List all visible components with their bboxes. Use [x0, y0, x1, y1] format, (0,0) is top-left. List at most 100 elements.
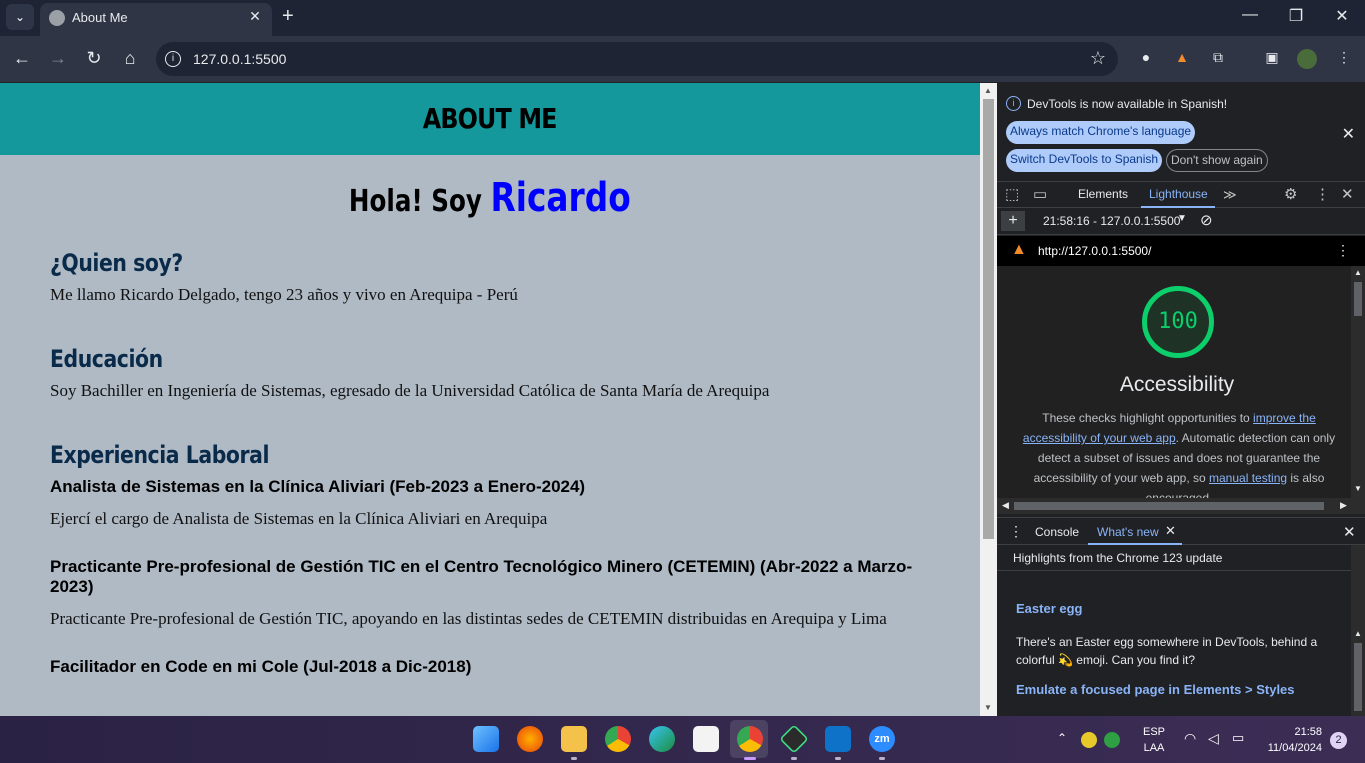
close-whats-new-icon[interactable]: ✕ [1165, 523, 1176, 539]
info-icon: i [1006, 96, 1021, 111]
scroll-up-icon[interactable]: ▲ [1354, 268, 1362, 277]
close-window-icon[interactable]: ✕ [1319, 6, 1365, 26]
job-text: Ejercí el cargo de Analista de Sistemas … [50, 509, 548, 528]
more-tabs-icon[interactable]: ≫ [1223, 187, 1237, 203]
edge-icon[interactable] [649, 726, 675, 752]
scrollbar-thumb[interactable] [1354, 282, 1362, 316]
page-scrollbar[interactable]: ▲ ▼ [980, 83, 997, 716]
clear-reports-icon[interactable]: ⊘ [1200, 211, 1213, 229]
file-explorer-icon[interactable] [561, 726, 587, 752]
emulate-focused-page-link[interactable]: Emulate a focused page in Elements > Sty… [1016, 682, 1295, 697]
running-indicator [879, 757, 885, 760]
close-notice-icon[interactable]: ✕ [1342, 124, 1355, 144]
settings-gear-icon[interactable]: ⚙ [1284, 185, 1297, 203]
site-info-icon[interactable]: i [165, 51, 181, 67]
profile-avatar[interactable] [1297, 49, 1317, 69]
side-panel-icon[interactable]: ▣ [1262, 49, 1282, 69]
section-education: Educación Soy Bachiller en Ingeniería de… [50, 345, 930, 401]
job-title: Analista de Sistemas en la Clínica Alivi… [50, 477, 586, 496]
section-text: Me llamo Ricardo Delgado, tengo 23 años … [50, 285, 518, 304]
firefox-icon[interactable] [517, 726, 543, 752]
devtools-menu-icon[interactable]: ⋮ [1315, 185, 1330, 203]
minimize-icon[interactable]: — [1227, 6, 1273, 24]
dont-show-again-button[interactable]: Don't show again [1166, 149, 1268, 172]
scroll-down-icon[interactable]: ▼ [984, 703, 992, 712]
scrollbar-thumb[interactable] [1014, 502, 1324, 510]
bookmark-star-icon[interactable]: ☆ [1090, 48, 1106, 69]
back-icon[interactable]: ← [10, 48, 34, 69]
scrollbar-thumb[interactable] [1354, 643, 1362, 711]
extension-mic-icon[interactable]: ● [1136, 49, 1156, 69]
clock-time[interactable]: 21:58 [1292, 726, 1322, 738]
windows-start-icon[interactable] [473, 726, 499, 752]
web-page-viewport: ABOUT ME Hola! Soy Ricardo ¿Quien soy? M… [0, 83, 980, 716]
scroll-right-icon[interactable]: ▶ [1340, 500, 1347, 511]
reload-icon[interactable]: ↻ [82, 48, 106, 69]
microsoft-store-icon[interactable] [693, 726, 719, 752]
report-url: http://127.0.0.1:5500/ [1038, 244, 1152, 258]
devtools-tab-bar: ⬚ ▭ Elements Lighthouse ≫ ⚙ ⋮ ✕ [997, 181, 1365, 208]
tab-about-me[interactable]: About Me ✕ [40, 3, 272, 36]
scroll-up-icon[interactable]: ▲ [984, 86, 992, 95]
tray-app-icon[interactable] [1104, 732, 1120, 748]
clock-date[interactable]: 11/04/2024 [1262, 742, 1322, 754]
scrollbar-thumb[interactable] [983, 99, 994, 539]
chrome-active-icon[interactable] [737, 726, 763, 752]
easter-egg-link[interactable]: Easter egg [1016, 601, 1082, 616]
scroll-up-icon[interactable]: ▲ [1354, 629, 1362, 638]
tab-console[interactable]: Console [1035, 525, 1079, 539]
battery-icon[interactable]: ▭ [1232, 730, 1244, 746]
report-dropdown-icon[interactable]: ▼ [1177, 213, 1187, 224]
new-tab-button[interactable]: + [282, 5, 294, 28]
chrome-icon[interactable] [605, 726, 631, 752]
tray-app-icon[interactable] [1081, 732, 1097, 748]
close-devtools-icon[interactable]: ✕ [1341, 185, 1354, 203]
always-match-language-button[interactable]: Always match Chrome's language [1006, 121, 1196, 144]
report-hscrollbar[interactable]: ◀ ▶ [997, 498, 1365, 514]
tab-elements[interactable]: Elements [1078, 187, 1128, 201]
close-drawer-icon[interactable]: ✕ [1343, 523, 1356, 541]
menu-kebab-icon[interactable]: ⋮ [1334, 49, 1354, 69]
tab-whats-new[interactable]: What's new [1097, 525, 1159, 539]
volume-icon[interactable]: ◁ [1208, 730, 1219, 747]
git-tool-icon[interactable] [779, 724, 809, 754]
tab-lighthouse[interactable]: Lighthouse [1149, 187, 1208, 201]
page-header: ABOUT ME [0, 83, 980, 155]
scroll-left-icon[interactable]: ◀ [1002, 500, 1009, 511]
address-bar[interactable]: i 127.0.0.1:5500 ☆ [156, 42, 1118, 76]
home-icon[interactable]: ⌂ [118, 48, 142, 69]
device-toolbar-icon[interactable]: ▭ [1033, 185, 1047, 203]
restore-icon[interactable]: ❐ [1273, 6, 1319, 26]
report-selector[interactable]: 21:58:16 - 127.0.0.1:5500 [1043, 214, 1180, 228]
tray-overflow-icon[interactable]: ⌃ [1057, 731, 1067, 745]
scroll-down-icon[interactable]: ▼ [1354, 484, 1362, 493]
zoom-icon[interactable]: zm [869, 726, 895, 752]
main-content: ¿Quien soy? Me llamo Ricardo Delgado, te… [0, 249, 980, 677]
forward-icon[interactable]: → [46, 48, 70, 69]
chevron-down-icon: ⌄ [14, 10, 26, 24]
lighthouse-extension-icon[interactable]: ▲ [1172, 49, 1192, 69]
switch-to-spanish-button[interactable]: Switch DevTools to Spanish [1006, 149, 1163, 172]
vscode-icon[interactable] [825, 726, 851, 752]
url-text: 127.0.0.1:5500 [193, 51, 287, 67]
report-scrollbar[interactable]: ▲ ▼ [1351, 266, 1365, 498]
drawer-menu-icon[interactable]: ⋮ [1009, 523, 1023, 540]
section-text: Soy Bachiller en Ingeniería de Sistemas,… [50, 381, 770, 400]
manual-testing-link[interactable]: manual testing [1209, 471, 1287, 485]
wifi-icon[interactable]: ◠ [1184, 730, 1196, 747]
score-gauge: 100 [1142, 286, 1214, 358]
page-title: ABOUT ME [423, 102, 558, 135]
drawer-scrollbar[interactable]: ▲ ▼ [1351, 545, 1365, 716]
report-menu-icon[interactable]: ⋮ [1336, 242, 1350, 259]
devtools-panel: i DevTools is now available in Spanish! … [997, 83, 1365, 716]
job-item: Facilitador en Code en mi Cole (Jul-2018… [50, 657, 930, 677]
close-tab-icon[interactable]: ✕ [246, 8, 264, 25]
new-report-button[interactable]: + [1001, 211, 1025, 231]
tab-search-button[interactable]: ⌄ [6, 4, 34, 30]
extensions-puzzle-icon[interactable]: ⧉ [1208, 49, 1228, 69]
tab-strip: ⌄ About Me ✕ + — ❐ ✕ [0, 0, 1365, 36]
language-indicator-top[interactable]: ESP [1140, 726, 1168, 738]
notification-badge[interactable]: 2 [1330, 732, 1347, 749]
inspect-element-icon[interactable]: ⬚ [1005, 185, 1019, 203]
language-indicator-bottom[interactable]: LAA [1140, 742, 1168, 754]
